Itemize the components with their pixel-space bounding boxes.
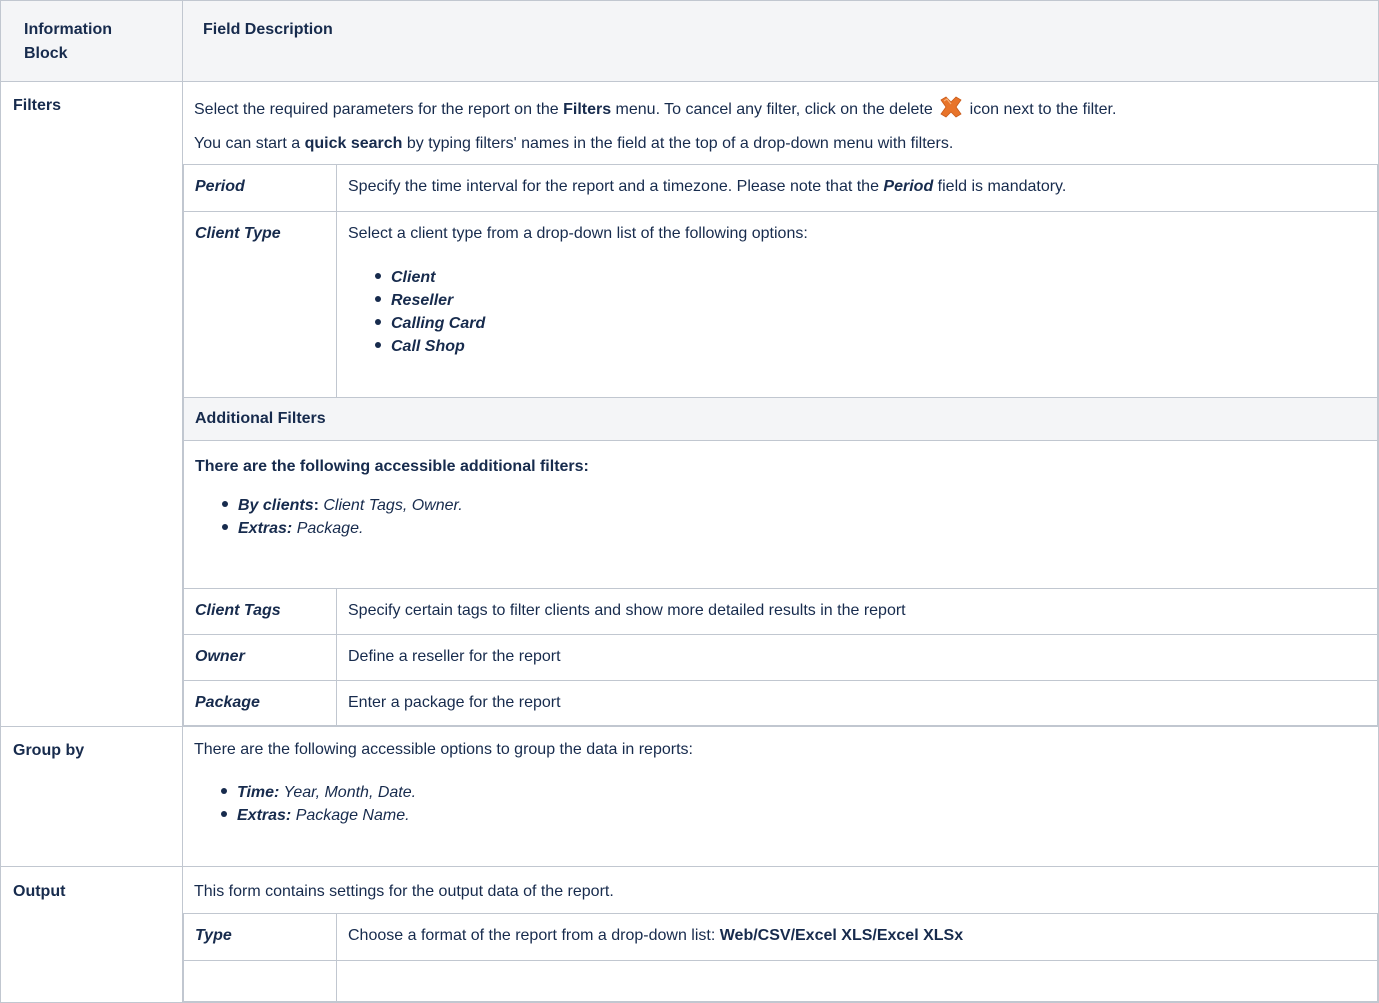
group-by-label: Group by [13,742,85,759]
period-desc-c: field is mandatory. [933,178,1067,195]
table-row-client-type: Client Type Select a client type from a … [183,211,1378,398]
filters-p1-d: icon next to the filter. [965,101,1117,118]
client-tags-desc: Specify certain tags to filter clients a… [336,588,1378,635]
output-label-cell: Output [0,866,183,1003]
period-label: Period [183,164,337,212]
delete-x-icon [940,96,962,118]
group-by-desc-cell: There are the following accessible optio… [182,726,1379,867]
filters-label: Filters [13,97,62,114]
output-label: Output [13,883,66,900]
output-inner-table: Type Choose a format of the report from … [183,913,1378,1002]
list-item: Extras: Package. [222,517,1369,540]
additional-filters-intro: There are the following accessible addit… [195,458,589,475]
period-desc-a: Specify the time interval for the report… [348,178,884,195]
filters-label-cell: Filters [0,81,183,727]
table-row-additional-content: There are the following accessible addit… [183,440,1378,589]
period-desc-b: Period [883,178,934,195]
period-desc: Specify the time interval for the report… [336,164,1378,212]
package-desc: Enter a package for the report [336,680,1378,726]
table-row-output: Output This form contains settings for t… [0,866,1379,1003]
list-item: Time: Year, Month, Date. [221,781,1378,804]
group-item-value: Package Name. [291,807,410,824]
filters-p1-b: Filters [563,101,612,118]
report-description-table: Information Block Field Description Filt… [0,0,1379,1003]
next-label [183,960,337,1002]
table-header-row: Information Block Field Description [0,0,1379,82]
client-type-options: Client Reseller Calling Card Call Shop [348,266,1369,358]
group-item-value: Year, Month, Date. [279,784,417,801]
table-row-filters: Filters Select the required parameters f… [0,81,1379,727]
list-item: By clients: Client Tags, Owner. [222,494,1369,517]
list-item: Call Shop [375,335,1369,358]
table-row-client-tags: Client Tags Specify certain tags to filt… [183,588,1378,635]
list-item: Extras: Package Name. [221,804,1378,827]
table-row-package: Package Enter a package for the report [183,680,1378,726]
table-row-owner: Owner Define a reseller for the report [183,634,1378,681]
type-desc-b: Web/CSV/Excel XLS/Excel XLSx [719,927,964,944]
filters-p2-c: by typing filters' names in the field at… [402,135,954,152]
header-information-block: Information Block [0,0,183,82]
additional-item-value: Package. [292,520,364,537]
output-intro: This form contains settings for the outp… [194,883,614,900]
group-by-list: Time: Year, Month, Date. Extras: Package… [194,781,1378,827]
filters-p1-c: menu. To cancel any filter, click on the… [611,101,938,118]
additional-filters-content: There are the following accessible addit… [183,440,1378,589]
client-type-desc: Select a client type from a drop-down li… [348,225,808,242]
type-desc-a: Choose a format of the report from a dro… [348,927,720,944]
additional-filters-heading: Additional Filters [183,397,1378,441]
next-desc [336,960,1378,1002]
header-col1-line2: Block [24,45,68,62]
group-item-key: Time: [237,784,280,801]
list-item: Calling Card [375,312,1369,335]
client-type-label: Client Type [183,211,337,398]
additional-item-key: By clients [238,497,314,514]
additional-item-key: Extras: [238,520,293,537]
client-type-desc-cell: Select a client type from a drop-down li… [336,211,1378,398]
additional-filters-list: By clients: Client Tags, Owner. Extras: … [195,494,1369,540]
type-desc: Choose a format of the report from a dro… [336,913,1378,961]
table-row-additional-heading: Additional Filters [183,397,1378,441]
list-item: Reseller [375,289,1369,312]
header-col2-text: Field Description [203,21,333,38]
type-label: Type [183,913,337,961]
additional-item-value: Client Tags, Owner. [318,497,463,514]
filters-paragraph-1: Select the required parameters for the r… [194,82,1378,122]
header-field-description: Field Description [182,0,1379,82]
group-by-label-cell: Group by [0,726,183,867]
table-row-period: Period Specify the time interval for the… [183,164,1378,212]
header-col1-line1: Information [24,21,112,38]
table-row-type: Type Choose a format of the report from … [183,913,1378,961]
owner-desc: Define a reseller for the report [336,634,1378,681]
filters-inner-table: Period Specify the time interval for the… [183,164,1378,726]
table-row-next [183,960,1378,1002]
client-tags-label: Client Tags [183,588,337,635]
package-label: Package [183,680,337,726]
group-by-intro: There are the following accessible optio… [194,741,693,758]
owner-label: Owner [183,634,337,681]
list-item: Client [375,266,1369,289]
filters-desc-cell: Select the required parameters for the r… [182,81,1379,727]
table-row-group-by: Group by There are the following accessi… [0,726,1379,867]
filters-p2-b: quick search [304,135,403,152]
output-desc-cell: This form contains settings for the outp… [182,866,1379,1003]
filters-p2-a: You can start a [194,135,305,152]
group-item-key: Extras: [237,807,292,824]
filters-p1-a: Select the required parameters for the r… [194,101,564,118]
filters-paragraph-2: You can start a quick search by typing f… [194,122,1378,164]
